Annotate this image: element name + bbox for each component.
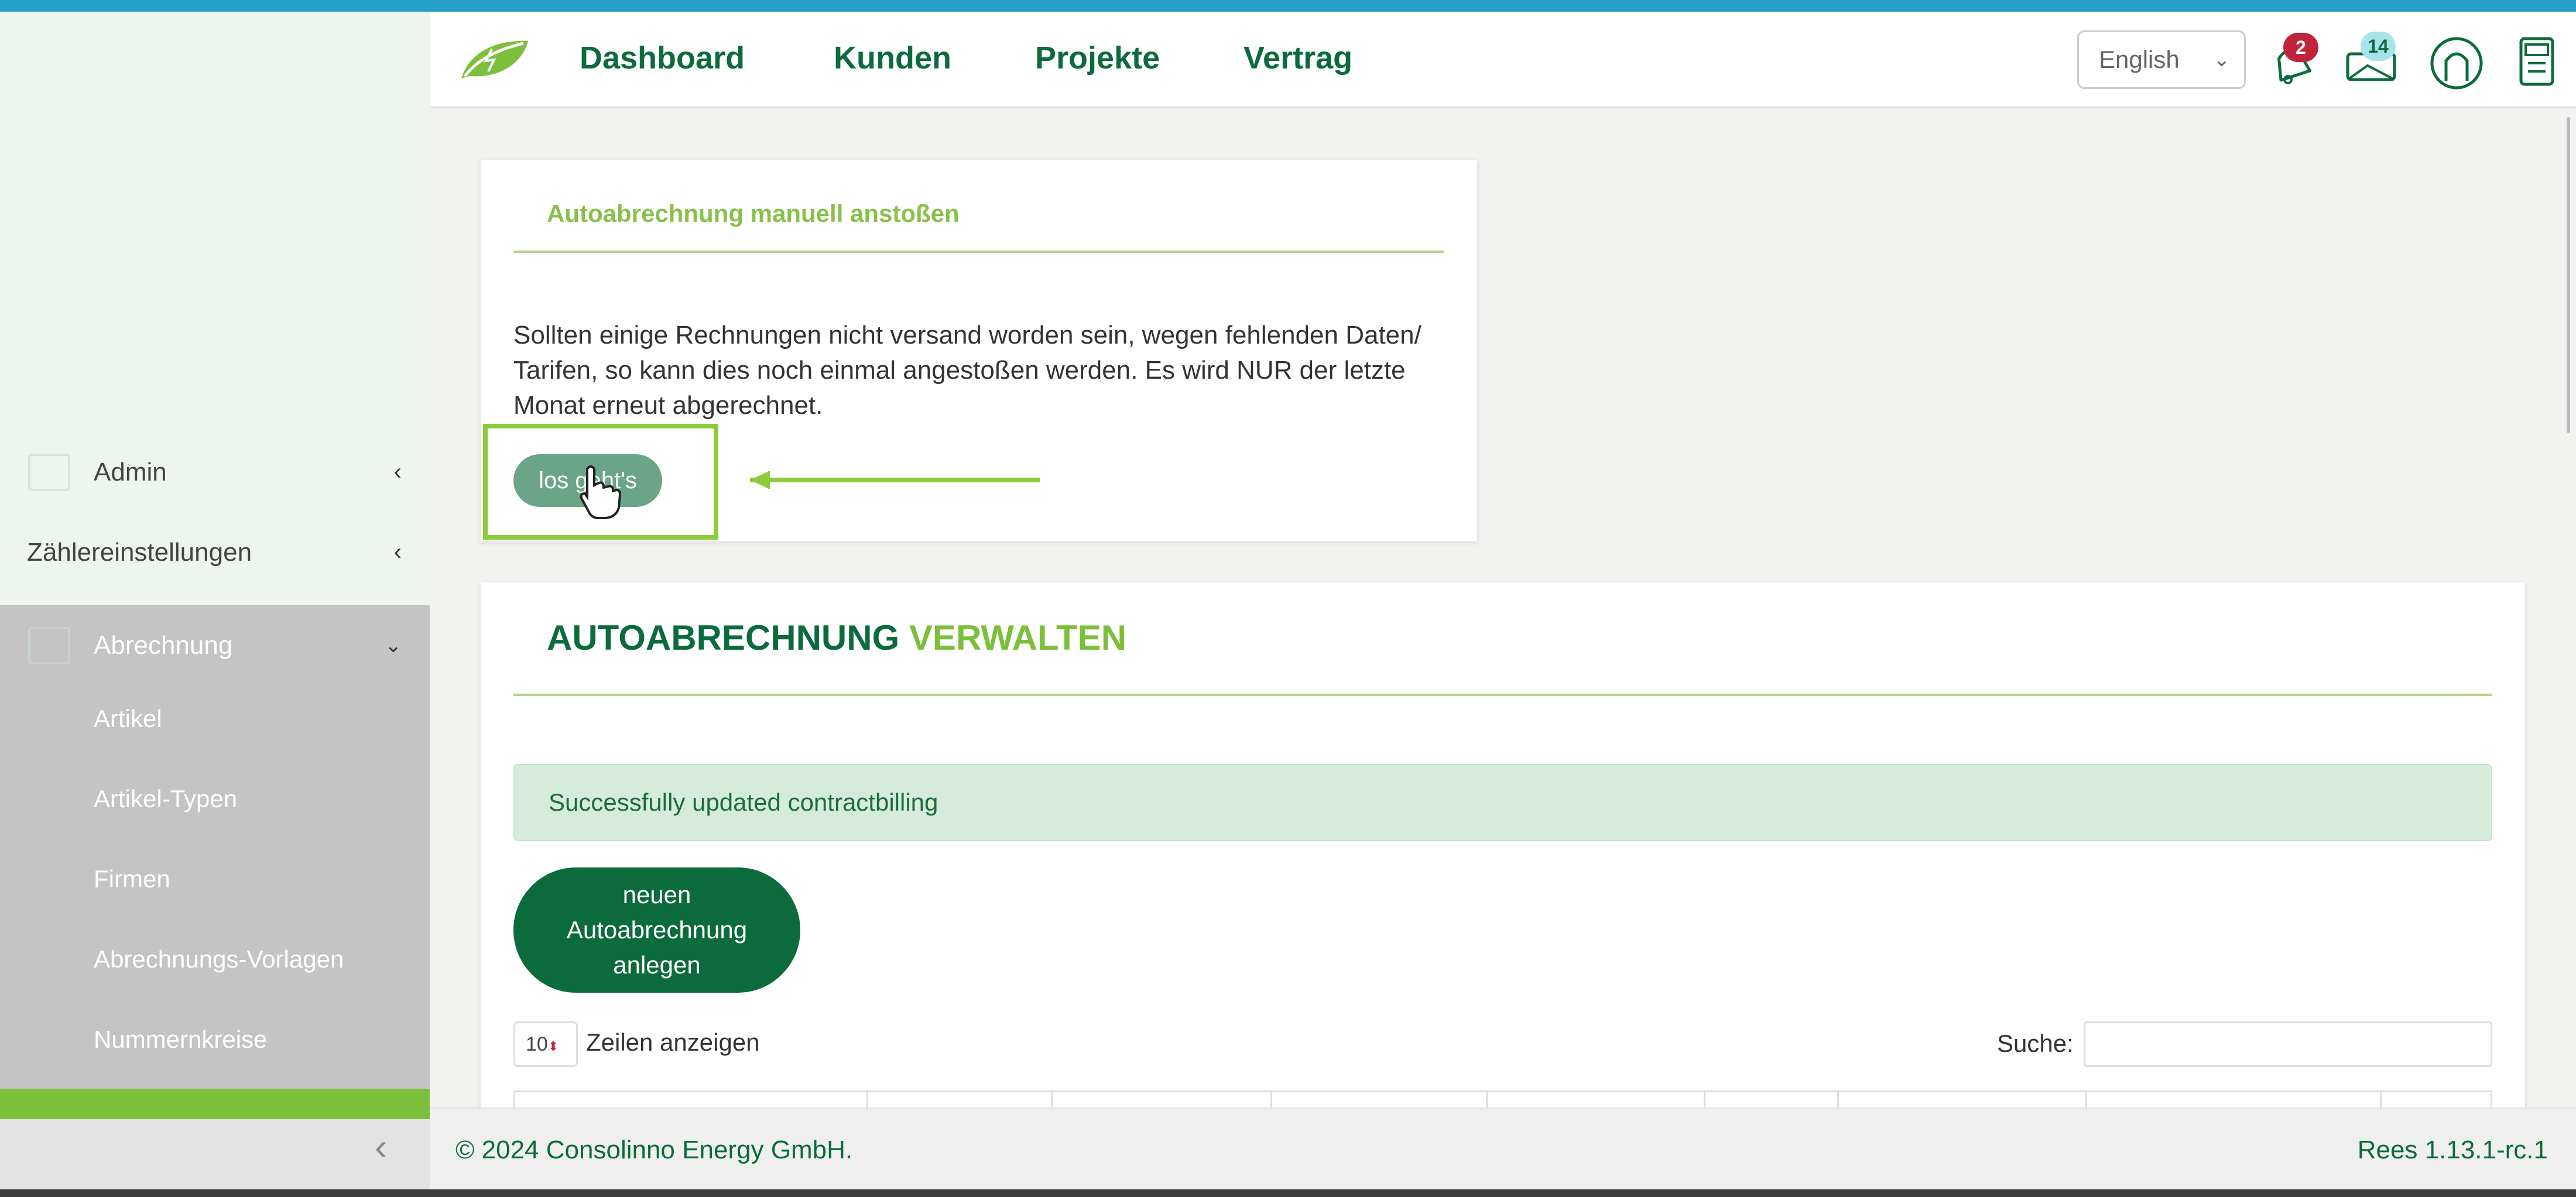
chevron-left-icon: ‹ <box>393 539 402 565</box>
search-label: Suche: <box>1997 1030 2074 1057</box>
chevron-left-icon: ‹ <box>393 459 402 485</box>
manage-billing-title: AUTOABRECHNUNG VERWALTEN <box>547 618 1126 658</box>
user-avatar-icon[interactable] <box>2428 35 2485 91</box>
sidebar-item-abrechnung[interactable]: Abrechnung ⌄ <box>0 605 430 685</box>
page-length-value: 10 <box>526 1033 548 1055</box>
new-billing-button-label: neuen Autoabrechnung anlegen <box>566 881 748 979</box>
sidebar-footer: ‹ <box>0 1107 430 1189</box>
hand-cursor-icon <box>580 465 622 519</box>
chevron-down-icon: ⌄ <box>385 634 402 657</box>
top-accent-line <box>0 0 2576 12</box>
page-length-label: Zeilen anzeigen <box>586 1028 760 1056</box>
logo-icon[interactable] <box>459 37 529 82</box>
title-part-1: AUTOABRECHNUNG <box>547 618 900 657</box>
footer-copyright: © 2024 Consolinno Energy GmbH. <box>455 1136 853 1164</box>
table-header <box>513 1090 2492 1111</box>
collapse-sidebar-icon[interactable]: ‹ <box>375 1125 387 1168</box>
success-alert: Successfully updated contractbilling <box>513 764 2492 841</box>
new-billing-button[interactable]: neuen Autoabrechnung anlegen <box>513 867 800 993</box>
language-select[interactable]: English ⌄ <box>2077 30 2246 89</box>
nav-vertrag[interactable]: Vertrag <box>1244 40 1352 76</box>
footer: © 2024 Consolinno Energy GmbH. Rees 1.13… <box>430 1107 2576 1191</box>
page-scrollbar[interactable] <box>2567 117 2570 433</box>
annotation-arrow-head <box>750 471 770 489</box>
messages-badge: 14 <box>2361 32 2396 61</box>
manual-billing-card: Autoabrechnung manuell anstoßen Sollten … <box>481 160 1477 541</box>
sidebar-item-admin[interactable]: Admin ‹ <box>0 432 430 512</box>
footer-version: Rees 1.13.1-rc.1 <box>2357 1136 2548 1164</box>
sidebar-subitem-artikel-typen[interactable]: Artikel-Typen <box>94 785 237 813</box>
sidebar-item-label: Admin <box>94 457 167 486</box>
sidebar-subitem-artikel[interactable]: Artikel <box>94 705 162 733</box>
title-part-2: VERWALTEN <box>909 618 1127 657</box>
window-bottom-bar <box>0 1189 2576 1197</box>
manage-billing-card: AUTOABRECHNUNG VERWALTEN Successfully up… <box>481 582 2525 1111</box>
sort-arrows-icon: ⬍ <box>547 1039 559 1054</box>
sidebar-subitem-active[interactable] <box>0 1089 430 1119</box>
sidebar-subitem-abrechnungs-vorlagen[interactable]: Abrechnungs-Vorlagen <box>94 945 344 973</box>
invoice-icon <box>28 626 70 664</box>
top-header: Dashboard Kunden Projekte Vertrag Englis… <box>430 12 2576 108</box>
page-length-select[interactable]: 10⬍ <box>513 1021 578 1067</box>
sidebar-item-label: Abrechnung <box>94 630 233 660</box>
admin-icon <box>28 453 70 491</box>
sidebar-subitem-nummernkreise[interactable]: Nummernkreise <box>94 1025 267 1054</box>
sidebar-submenu: Abrechnung ⌄ Artikel Artikel-Typen Firme… <box>0 605 430 1089</box>
success-alert-text: Successfully updated contractbilling <box>549 788 938 816</box>
sidebar-subitem-firmen[interactable]: Firmen <box>94 865 170 893</box>
sidebar: Admin ‹ Zählereinstellungen ‹ Abrechnung… <box>0 12 430 1119</box>
notifications-badge: 2 <box>2283 33 2318 62</box>
search-input[interactable] <box>2084 1021 2492 1067</box>
nav-dashboard[interactable]: Dashboard <box>580 40 745 76</box>
language-value: English <box>2099 46 2180 73</box>
sidebar-item-label: Zählereinstellungen <box>27 537 252 567</box>
nav-projekte[interactable]: Projekte <box>1035 40 1160 76</box>
divider <box>513 694 2492 696</box>
sidebar-item-zaehlereinstellungen[interactable]: Zählereinstellungen ‹ <box>0 512 430 592</box>
annotation-overlay <box>483 424 1040 540</box>
chevron-down-icon: ⌄ <box>2213 49 2231 71</box>
nav-kunden[interactable]: Kunden <box>834 40 951 76</box>
calculator-icon[interactable] <box>2514 35 2558 88</box>
